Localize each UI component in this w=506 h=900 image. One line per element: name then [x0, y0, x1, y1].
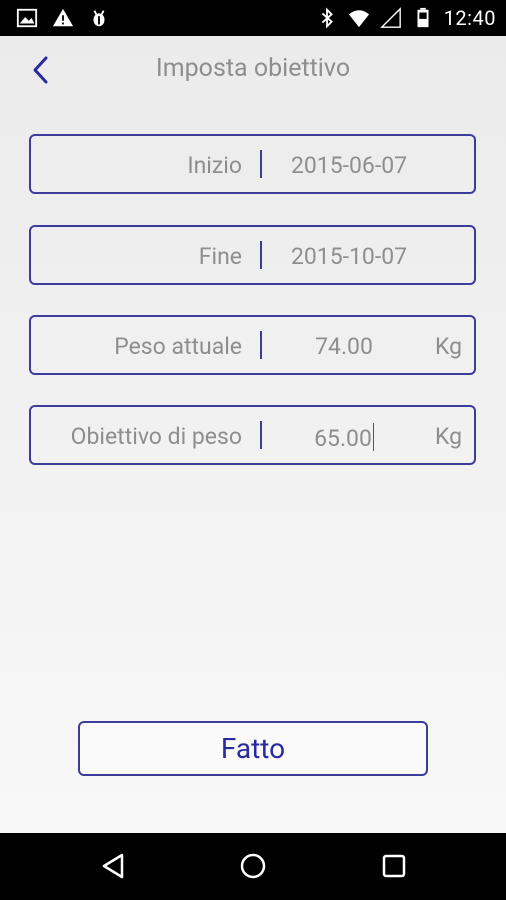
- end-date-value[interactable]: 2015-10-07: [269, 243, 429, 270]
- done-button[interactable]: Fatto: [78, 721, 428, 776]
- field-separator: [260, 150, 262, 178]
- current-weight-unit: Kg: [434, 333, 462, 360]
- start-date-field[interactable]: Inizio 2015-06-07: [29, 134, 476, 194]
- home-circle-icon[interactable]: [238, 851, 268, 881]
- field-separator: [260, 421, 262, 449]
- back-triangle-icon[interactable]: [98, 851, 128, 881]
- recents-square-icon[interactable]: [379, 851, 409, 881]
- wifi-icon: [348, 10, 369, 28]
- bluetooth-icon: [321, 7, 333, 29]
- signal-icon: [379, 7, 401, 28]
- page-title: Imposta obiettivo: [155, 54, 351, 83]
- image-icon: [16, 8, 38, 28]
- start-date-value[interactable]: 2015-06-07: [269, 152, 429, 179]
- android-debug-icon: [93, 10, 105, 27]
- end-date-label: Fine: [198, 243, 242, 270]
- field-separator: [260, 331, 262, 359]
- start-date-label: Inizio: [187, 152, 242, 179]
- current-weight-input[interactable]: 74.00: [269, 333, 419, 360]
- target-weight-input[interactable]: 65.00: [269, 423, 419, 452]
- header: Imposta obiettivo: [0, 36, 506, 106]
- target-weight-label: Obiettivo di peso: [70, 423, 242, 450]
- battery-icon: [417, 7, 429, 28]
- status-bar: 12:40: [0, 0, 506, 36]
- target-weight-value: 65.00: [314, 425, 372, 452]
- warning-icon: [52, 8, 74, 27]
- app-content: Imposta obiettivo Inizio 2015-06-07 Fine…: [0, 36, 506, 833]
- navigation-bar: [0, 833, 506, 900]
- current-weight-label: Peso attuale: [114, 333, 242, 360]
- current-weight-field[interactable]: Peso attuale 74.00 Kg: [29, 315, 476, 375]
- field-separator: [260, 241, 262, 269]
- text-cursor: [372, 425, 374, 452]
- target-weight-unit: Kg: [434, 423, 462, 450]
- target-weight-field[interactable]: Obiettivo di peso 65.00 Kg: [29, 405, 476, 465]
- end-date-field[interactable]: Fine 2015-10-07: [29, 225, 476, 285]
- clock: 12:40: [443, 6, 496, 30]
